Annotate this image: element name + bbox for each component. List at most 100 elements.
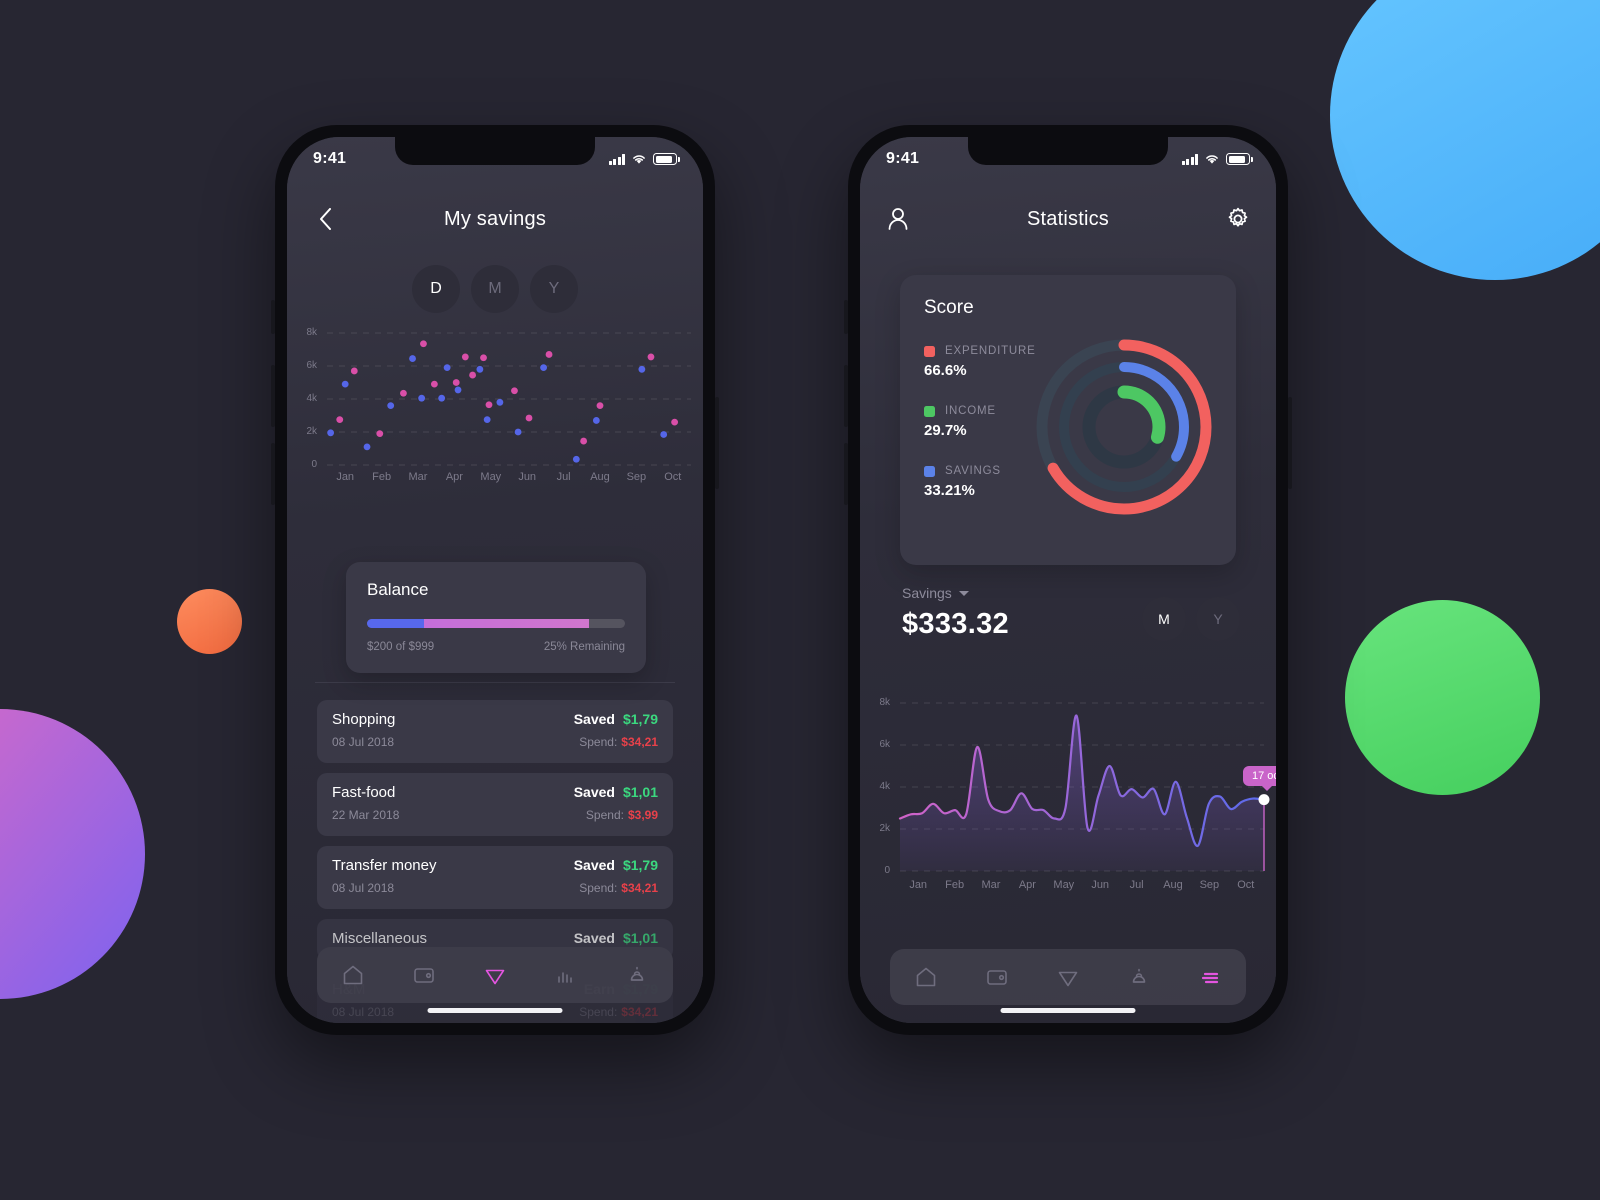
savings-dropdown[interactable]: Savings bbox=[902, 585, 1009, 601]
content-divider bbox=[315, 682, 675, 683]
line-y-tick: 2k bbox=[879, 823, 890, 834]
profile-button[interactable] bbox=[884, 205, 912, 233]
transaction-spend-label: Spend: bbox=[585, 808, 624, 822]
score-title: Score bbox=[924, 297, 974, 318]
tab-menu-lines[interactable] bbox=[1190, 957, 1230, 997]
line-x-tick: Jun bbox=[1091, 879, 1110, 891]
transaction-name: Miscellaneous bbox=[332, 930, 428, 947]
scatter-y-tick: 4k bbox=[306, 393, 317, 404]
line-x-tick: Oct bbox=[1237, 879, 1255, 891]
balance-card: Balance $200 of $999 25% Remaining bbox=[346, 562, 646, 673]
range-toggle-y-label: Y bbox=[548, 280, 560, 297]
transaction-spend-value: $3,99 bbox=[627, 808, 658, 822]
phone-power-button bbox=[715, 397, 719, 489]
phone-mute-switch bbox=[271, 300, 275, 334]
score-legend-swatch bbox=[924, 465, 935, 477]
wallet-icon bbox=[413, 968, 434, 983]
tab-wallet[interactable] bbox=[977, 957, 1017, 997]
balance-progress-segment-pink bbox=[423, 619, 589, 628]
gear-icon bbox=[1228, 207, 1248, 227]
savings-toggle-y-label: Y bbox=[1213, 611, 1223, 627]
tab-wallet[interactable] bbox=[404, 955, 444, 995]
home-indicator[interactable] bbox=[1000, 1008, 1136, 1013]
transaction-saved-value: $1,01 bbox=[622, 784, 658, 800]
scatter-x-tick: Jan bbox=[336, 471, 355, 483]
transaction-saved-group: Saved $1,01 bbox=[574, 784, 658, 802]
phone-notch bbox=[968, 137, 1168, 165]
header-my-savings: My savings bbox=[287, 195, 703, 243]
range-toggle-m-label: M bbox=[488, 280, 502, 297]
home-indicator[interactable] bbox=[427, 1008, 563, 1013]
bell-icon bbox=[631, 966, 644, 981]
transaction-row-primary: Fast-food Saved $1,01 bbox=[332, 784, 658, 802]
phone-mockup-my-savings: 9:41 My savings D M Y 0 2k 4k 6k 8k Jan … bbox=[271, 125, 719, 1035]
tab-home[interactable] bbox=[906, 957, 946, 997]
score-card: Score EXPENDITURE 66.6% INCOME 29.7% SAVINGS… bbox=[900, 275, 1236, 565]
tab-bell[interactable] bbox=[617, 955, 657, 995]
tab-bell[interactable] bbox=[1119, 957, 1159, 997]
tab-bar-chart[interactable] bbox=[546, 955, 586, 995]
line-x-tick: Apr bbox=[1018, 879, 1036, 891]
line-x-tick: Feb bbox=[945, 879, 965, 891]
scatter-x-tick: Jul bbox=[556, 471, 571, 483]
tab-send[interactable] bbox=[475, 955, 515, 995]
decorative-purple-circle bbox=[0, 709, 145, 999]
transaction-saved-label: Saved bbox=[573, 784, 615, 800]
phone-mute-switch bbox=[844, 300, 848, 334]
bottom-tab-bar bbox=[890, 949, 1246, 1005]
transaction-row[interactable]: Fast-food Saved $1,01 22 Mar 2018 Spend: $3,9… bbox=[317, 773, 673, 836]
cellular-bars-icon bbox=[1181, 153, 1198, 165]
home-icon bbox=[343, 965, 362, 985]
balance-progress-segment-blue bbox=[367, 619, 424, 628]
transaction-saved-group: Saved $1,01 bbox=[574, 930, 658, 948]
score-legend-swatch bbox=[924, 405, 935, 417]
transaction-spend-group: Spend: $34,21 bbox=[579, 733, 658, 751]
transaction-row-secondary: 08 Jul 2018 Spend: $34,21 bbox=[332, 733, 658, 751]
scatter-y-tick: 2k bbox=[306, 426, 317, 437]
bar-chart-icon bbox=[558, 972, 572, 983]
phone-mockup-statistics: 9:41 Statistics Score EXPENDITURE 66.6% … bbox=[844, 125, 1292, 1035]
savings-toggle-y[interactable]: Y bbox=[1196, 597, 1240, 641]
battery-icon bbox=[1226, 153, 1253, 165]
status-time: 9:41 bbox=[313, 150, 347, 167]
savings-label: Savings bbox=[902, 585, 952, 601]
range-toggle-m[interactable]: M bbox=[471, 265, 519, 313]
savings-range-toggle-group: M Y bbox=[1142, 597, 1240, 641]
range-toggle-d-label: D bbox=[430, 280, 442, 297]
transaction-row[interactable]: Transfer money Saved $1,79 08 Jul 2018 Spend… bbox=[317, 846, 673, 909]
transaction-spend-label: Spend: bbox=[579, 881, 618, 895]
savings-toggle-m-label: M bbox=[1158, 611, 1170, 627]
savings-toggle-m[interactable]: M bbox=[1142, 597, 1186, 641]
transaction-row-primary: Shopping Saved $1,79 bbox=[332, 711, 658, 729]
transaction-spend-label: Spend: bbox=[579, 735, 618, 749]
home-icon bbox=[916, 967, 935, 987]
transaction-saved-label: Saved bbox=[573, 930, 615, 946]
scatter-x-tick: Jun bbox=[518, 471, 537, 483]
transaction-date: 08 Jul 2018 bbox=[332, 881, 395, 895]
transaction-date: 22 Mar 2018 bbox=[332, 808, 400, 822]
scatter-x-tick: Aug bbox=[590, 471, 610, 483]
donut-chart-canvas bbox=[1036, 339, 1212, 515]
settings-button[interactable] bbox=[1224, 205, 1252, 233]
phone-volume-up-button bbox=[844, 365, 848, 427]
range-toggle-y[interactable]: Y bbox=[530, 265, 578, 313]
back-button[interactable] bbox=[311, 205, 339, 233]
balance-title: Balance bbox=[367, 580, 429, 599]
phone-volume-down-button bbox=[844, 443, 848, 505]
score-legend-name: EXPENDITURE bbox=[945, 345, 1036, 357]
bottom-tab-bar bbox=[317, 947, 673, 1003]
line-x-tick: Jan bbox=[909, 879, 928, 891]
line-y-tick: 0 bbox=[884, 865, 890, 876]
balance-footer: $200 of $999 25% Remaining bbox=[367, 641, 625, 653]
tab-send[interactable] bbox=[1048, 957, 1088, 997]
score-legend-swatch bbox=[924, 345, 935, 357]
transaction-row[interactable]: Shopping Saved $1,79 08 Jul 2018 Spend: $34,2… bbox=[317, 700, 673, 763]
tab-home[interactable] bbox=[333, 955, 373, 995]
phone-volume-down-button bbox=[271, 443, 275, 505]
scatter-plot-canvas bbox=[327, 332, 691, 466]
bell-icon bbox=[1132, 968, 1146, 983]
range-toggle-d[interactable]: D bbox=[412, 265, 460, 313]
range-toggle-group: D M Y bbox=[287, 265, 703, 313]
transaction-name: Fast-food bbox=[332, 784, 396, 801]
status-icons bbox=[608, 153, 680, 165]
